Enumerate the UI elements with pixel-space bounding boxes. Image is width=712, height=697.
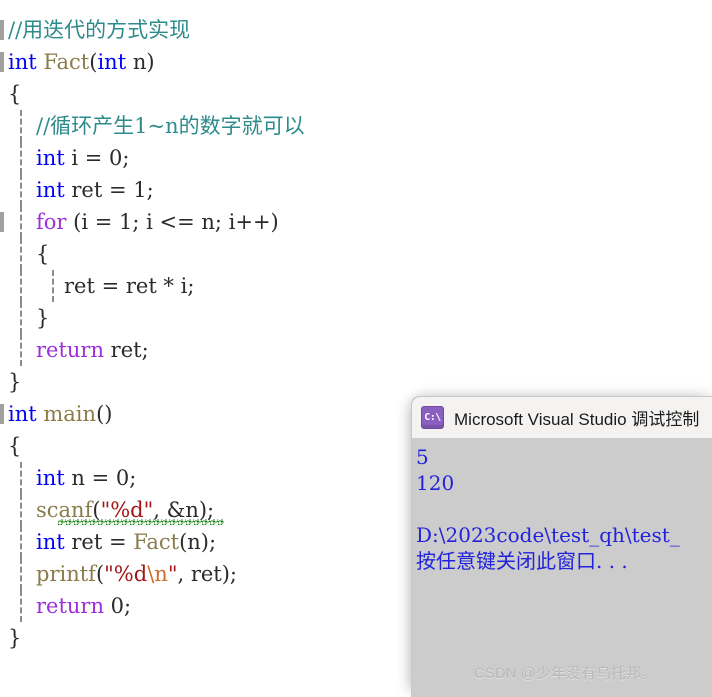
code-line-text: { [36, 238, 49, 270]
indent-guide [20, 462, 22, 494]
code-token-kwctrl: return [36, 594, 104, 618]
code-token-str: "%d [104, 562, 148, 586]
code-line-text: //循环产生1~n的数字就可以 [36, 110, 305, 142]
code-line-text: int main() [8, 398, 112, 430]
code-line[interactable]: return ret; [0, 334, 712, 366]
console-titlebar[interactable]: C:\ Microsoft Visual Studio 调试控制 [412, 397, 712, 438]
outlining-margin-marker[interactable] [0, 404, 4, 424]
csdn-watermark: CSDN @少年没有乌托邦。 [474, 665, 656, 682]
code-line[interactable]: } [0, 366, 712, 398]
code-token-kw: int [97, 50, 127, 74]
code-token-plain: ret; [104, 338, 149, 362]
code-line[interactable]: int i = 0; [0, 142, 712, 174]
console-window-title: Microsoft Visual Studio 调试控制 [454, 410, 700, 429]
indent-guide [20, 238, 22, 270]
code-token-kw: int [36, 530, 65, 554]
command-prompt-icon: C:\ [421, 406, 444, 429]
code-token-plain: ret = 1; [64, 178, 154, 202]
code-token-plain: (n); [179, 530, 217, 554]
code-token-kwctrl: for [36, 210, 67, 234]
code-line-text: return ret; [36, 334, 149, 366]
code-token-plain: ret = ret * i; [64, 274, 195, 298]
code-token-plain: 0; [104, 594, 132, 618]
code-line[interactable]: { [0, 238, 712, 270]
code-token-brace: { [8, 82, 22, 106]
code-token-brace: { [8, 434, 22, 458]
code-token-brace: } [36, 306, 50, 330]
code-line-text: //用迭代的方式实现 [8, 14, 190, 46]
code-line-text: for (i = 1; i <= n; i++) [36, 206, 279, 238]
code-line[interactable]: } [0, 302, 712, 334]
code-token-plain: n) [126, 50, 155, 74]
code-line[interactable]: //用迭代的方式实现 [0, 14, 712, 46]
indent-guide [20, 590, 22, 622]
code-line-text: } [8, 366, 21, 398]
code-token-brace: } [8, 370, 22, 394]
indent-guide [20, 270, 22, 302]
console-output-area[interactable]: 5 120 D:\2023code\test_qh\test_ 按任意键关闭此窗口.… [412, 438, 712, 697]
debug-console-window[interactable]: C:\ Microsoft Visual Studio 调试控制 5 120 D:… [411, 396, 712, 697]
code-token-cmt: //用迭代的方式实现 [8, 18, 191, 42]
code-token-fn: Fact [43, 50, 90, 74]
code-token-plain: (i = 1; i <= n; i++) [66, 210, 279, 234]
code-token-kw: int [36, 466, 65, 490]
console-output-line: D:\2023code\test_qh\test_ [416, 523, 680, 547]
code-token-kw: int [36, 178, 65, 202]
console-output-line: 按任意键关闭此窗口. . . [416, 549, 628, 573]
outlining-margin-marker[interactable] [0, 212, 4, 232]
outlining-margin-marker[interactable] [0, 52, 4, 72]
code-token-kwctrl: return [36, 338, 104, 362]
code-token-esc: \n [147, 562, 168, 586]
code-token-brace: } [8, 626, 22, 650]
console-output-line: 5 [416, 445, 429, 469]
indent-guide [20, 494, 22, 526]
code-line-text: { [8, 430, 21, 462]
code-line[interactable]: { [0, 78, 712, 110]
code-line-text: int ret = Fact(n); [36, 526, 216, 558]
code-line-text: } [8, 622, 21, 654]
code-line[interactable]: int ret = 1; [0, 174, 712, 206]
indent-guide [20, 206, 22, 238]
code-token-punct: () [96, 402, 113, 426]
code-line-text: int i = 0; [36, 142, 129, 174]
code-line[interactable]: int Fact(int n) [0, 46, 712, 78]
code-line-text: ret = ret * i; [64, 270, 194, 302]
code-token-kw: int [8, 50, 37, 74]
code-token-punct: ( [95, 562, 105, 586]
code-line[interactable]: //循环产生1~n的数字就可以 [0, 110, 712, 142]
console-output-line: 120 [416, 471, 455, 495]
code-line-text: return 0; [36, 590, 131, 622]
code-token-kw: int [8, 402, 37, 426]
code-token-fn: Fact [133, 530, 180, 554]
code-line-text: } [36, 302, 49, 334]
code-line-text: int Fact(int n) [8, 46, 155, 78]
indent-guide [20, 174, 22, 206]
code-token-cmt: //循环产生1~n的数字就可以 [36, 114, 305, 138]
indent-guide [20, 526, 22, 558]
code-token-fn: main [43, 402, 97, 426]
code-line[interactable]: for (i = 1; i <= n; i++) [0, 206, 712, 238]
code-line-text: int ret = 1; [36, 174, 154, 206]
code-token-plain: i = 0; [64, 146, 130, 170]
indent-guide [20, 142, 22, 174]
code-token-kw: int [36, 146, 65, 170]
code-line-text: { [8, 78, 21, 110]
indent-guide [52, 270, 54, 302]
outlining-margin-marker[interactable] [0, 20, 4, 40]
code-line-text: int n = 0; [36, 462, 136, 494]
indent-guide [20, 558, 22, 590]
code-line[interactable]: ret = ret * i; [0, 270, 712, 302]
code-token-plain: , ret); [177, 562, 238, 586]
code-token-fn: printf [36, 562, 96, 586]
code-token-plain: ret = [64, 530, 134, 554]
indent-guide [20, 334, 22, 366]
indent-guide [20, 302, 22, 334]
error-squiggle [58, 519, 224, 525]
indent-guide [20, 110, 22, 142]
code-token-plain: n = 0; [64, 466, 137, 490]
code-token-brace: { [36, 242, 50, 266]
code-line-text: printf("%d\n", ret); [36, 558, 237, 590]
